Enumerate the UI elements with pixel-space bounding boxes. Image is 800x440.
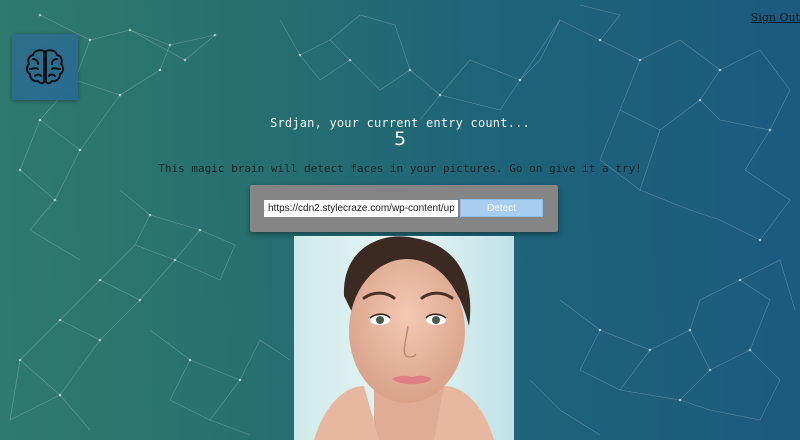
image-url-input[interactable] [264, 200, 458, 217]
top-nav: Sign Out [751, 6, 800, 25]
sign-out-link[interactable]: Sign Out [751, 11, 800, 24]
face-photo-illustration [294, 236, 514, 440]
entry-count-value: 5 [393, 128, 407, 150]
brain-icon [25, 49, 65, 85]
image-url-form: Detect [250, 185, 558, 232]
tagline: This magic brain will detect faces in yo… [158, 162, 642, 175]
logo[interactable] [12, 34, 78, 100]
uploaded-face-image [294, 236, 514, 440]
detect-button[interactable]: Detect [460, 199, 543, 217]
